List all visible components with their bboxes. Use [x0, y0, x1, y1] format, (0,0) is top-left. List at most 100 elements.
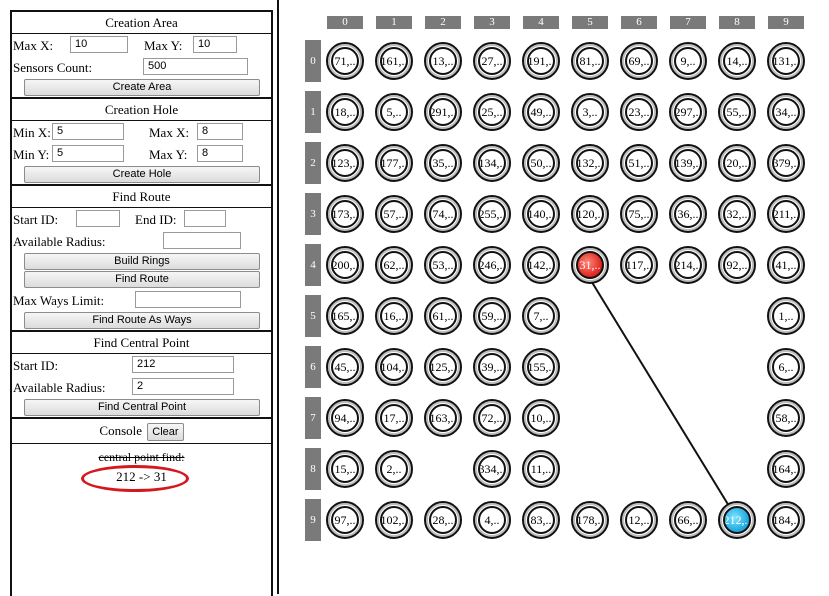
- sensor-node-label: 58,..: [772, 404, 800, 432]
- sensor-node[interactable]: 4,..: [473, 501, 511, 539]
- sensor-node-label: 125,..: [429, 353, 457, 381]
- sensor-node[interactable]: 11,..: [522, 450, 560, 488]
- sensor-node[interactable]: 117,..: [620, 246, 658, 284]
- sensor-node[interactable]: 5,..: [375, 93, 413, 131]
- sensor-node[interactable]: 13,..: [424, 42, 462, 80]
- sensor-node[interactable]: 34,..: [767, 93, 805, 131]
- sensor-node[interactable]: 69,..: [620, 42, 658, 80]
- row-header: 7: [305, 397, 321, 439]
- col-header: 9: [768, 16, 804, 29]
- sensor-node[interactable]: 55,..: [718, 93, 756, 131]
- sensor-node[interactable]: 23,..: [620, 93, 658, 131]
- sensor-node[interactable]: 57,..: [375, 195, 413, 233]
- sensor-node[interactable]: 92,..: [718, 246, 756, 284]
- sensor-node-label: 5,..: [380, 98, 408, 126]
- sensor-node[interactable]: 291,..: [424, 93, 462, 131]
- sensor-node[interactable]: 35,..: [424, 144, 462, 182]
- sensor-node[interactable]: 31,..: [571, 246, 609, 284]
- sensor-node[interactable]: 36,..: [669, 195, 707, 233]
- sensor-node[interactable]: 20,..: [718, 144, 756, 182]
- sensor-node-label: 10,..: [527, 404, 555, 432]
- sensor-node[interactable]: 50,..: [522, 144, 560, 182]
- sensor-node[interactable]: 10,..: [522, 399, 560, 437]
- sensor-node[interactable]: 94,..: [326, 399, 364, 437]
- sensor-node[interactable]: 131,..: [767, 42, 805, 80]
- sensor-node[interactable]: 246,..: [473, 246, 511, 284]
- sensor-node[interactable]: 14,..: [718, 42, 756, 80]
- sensor-node[interactable]: 297,..: [669, 93, 707, 131]
- sensor-node[interactable]: 97,..: [326, 501, 364, 539]
- sensor-node[interactable]: 51,..: [620, 144, 658, 182]
- sensor-node[interactable]: 161,..: [375, 42, 413, 80]
- sensor-node-label: 36,..: [674, 200, 702, 228]
- sensor-node[interactable]: 7,..: [522, 297, 560, 335]
- sensor-node[interactable]: 58,..: [767, 399, 805, 437]
- sensor-node[interactable]: 2,..: [375, 450, 413, 488]
- sensor-node[interactable]: 28,..: [424, 501, 462, 539]
- sensor-node[interactable]: 255,..: [473, 195, 511, 233]
- sensor-node[interactable]: 139,..: [669, 144, 707, 182]
- sensor-node[interactable]: 71,..: [326, 42, 364, 80]
- sensor-node[interactable]: 27,..: [473, 42, 511, 80]
- sensor-node[interactable]: 16,..: [375, 297, 413, 335]
- sensor-node[interactable]: 184,..: [767, 501, 805, 539]
- sensor-node[interactable]: 200,..: [326, 246, 364, 284]
- sensor-node[interactable]: 120,..: [571, 195, 609, 233]
- sensor-node[interactable]: 59,..: [473, 297, 511, 335]
- sensor-node[interactable]: 142,..: [522, 246, 560, 284]
- sensor-node[interactable]: 17,..: [375, 399, 413, 437]
- sensor-node[interactable]: 214,..: [669, 246, 707, 284]
- sensor-node[interactable]: 12,..: [620, 501, 658, 539]
- sensor-node[interactable]: 177,..: [375, 144, 413, 182]
- sensor-node[interactable]: 379,..: [767, 144, 805, 182]
- sensor-node[interactable]: 75,..: [620, 195, 658, 233]
- sensor-node[interactable]: 191,..: [522, 42, 560, 80]
- sensor-node[interactable]: 140,..: [522, 195, 560, 233]
- sensor-node[interactable]: 83,..: [522, 501, 560, 539]
- sensor-node[interactable]: 165,..: [326, 297, 364, 335]
- sensor-node[interactable]: 163,..: [424, 399, 462, 437]
- sensor-node-label: 102,..: [380, 506, 408, 534]
- sensor-node[interactable]: 32,..: [718, 195, 756, 233]
- sensor-node[interactable]: 1,..: [767, 297, 805, 335]
- sensor-node[interactable]: 39,..: [473, 348, 511, 386]
- sensor-node[interactable]: 178,..: [571, 501, 609, 539]
- sensor-node[interactable]: 104,..: [375, 348, 413, 386]
- sensor-node[interactable]: 212,..: [718, 501, 756, 539]
- sensor-node[interactable]: 125,..: [424, 348, 462, 386]
- sensor-node[interactable]: 3,..: [571, 93, 609, 131]
- sensor-node[interactable]: 134,..: [473, 144, 511, 182]
- sensor-node[interactable]: 49,..: [522, 93, 560, 131]
- sensor-node-label: 9,..: [674, 47, 702, 75]
- sensor-node-label: 4,..: [478, 506, 506, 534]
- sensor-node[interactable]: 102,..: [375, 501, 413, 539]
- sensor-node[interactable]: 53,..: [424, 246, 462, 284]
- sensor-node[interactable]: 45,..: [326, 348, 364, 386]
- sensor-node[interactable]: 41,..: [767, 246, 805, 284]
- sensor-node[interactable]: 74,..: [424, 195, 462, 233]
- sensor-node[interactable]: 334,..: [473, 450, 511, 488]
- sensor-node[interactable]: 18,..: [326, 93, 364, 131]
- sensor-node[interactable]: 9,..: [669, 42, 707, 80]
- sensor-node-label: 212,..: [723, 506, 751, 534]
- sensor-node-label: 140,..: [527, 200, 555, 228]
- sensor-node[interactable]: 81,..: [571, 42, 609, 80]
- col-header: 1: [376, 16, 412, 29]
- sensor-node-label: 75,..: [625, 200, 653, 228]
- sensor-node[interactable]: 132,..: [571, 144, 609, 182]
- sensor-node[interactable]: 123,..: [326, 144, 364, 182]
- sensor-node[interactable]: 61,..: [424, 297, 462, 335]
- sensor-node[interactable]: 25,..: [473, 93, 511, 131]
- sensor-node[interactable]: 66,..: [669, 501, 707, 539]
- sensor-node[interactable]: 211,..: [767, 195, 805, 233]
- sensor-node[interactable]: 15,..: [326, 450, 364, 488]
- sensor-node-label: 134,..: [478, 149, 506, 177]
- sensor-node-label: 142,..: [527, 251, 555, 279]
- sensor-node[interactable]: 62,..: [375, 246, 413, 284]
- sensor-node[interactable]: 173,..: [326, 195, 364, 233]
- sensor-node[interactable]: 155,..: [522, 348, 560, 386]
- sensor-node[interactable]: 164,..: [767, 450, 805, 488]
- sensor-node[interactable]: 6,..: [767, 348, 805, 386]
- sensor-node[interactable]: 72,..: [473, 399, 511, 437]
- sensor-node-label: 81,..: [576, 47, 604, 75]
